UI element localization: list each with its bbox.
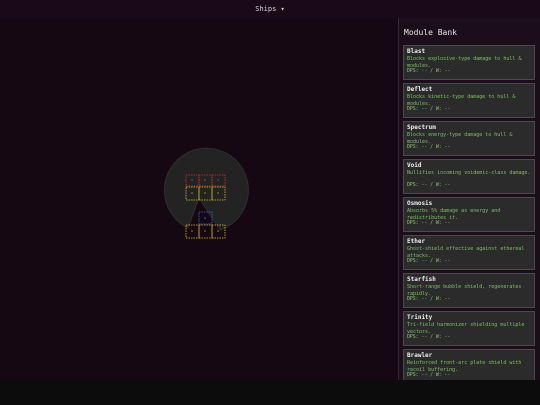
module-stats: DPS: -- / W: -- [407,69,451,74]
module-stats: DPS: -- / W: -- [407,335,451,340]
module-card-trinity[interactable]: Trinity Tri-field harmonizer shielding m… [403,311,535,346]
module-stats: DPS: -- / W: -- [407,107,451,112]
module-name: Void [407,162,422,169]
module-name: Brawler [407,352,433,359]
module-card-ether[interactable]: Ether Ghost-shield effective against eth… [403,235,535,270]
module-card-spectrum[interactable]: Spectrum Blocks energy-type damage to hu… [403,121,535,156]
top-menu-bar: Ships ▾ [0,0,540,18]
module-list: Blast Blocks explosive-type damage to hu… [403,45,535,380]
module-name: Ether [407,238,426,245]
ship-range-indicator [163,147,249,231]
module-description: Short-range bubble shield, regenerates r… [407,284,522,297]
module-card-starfish[interactable]: Starfish Short-range bubble shield, rege… [403,273,535,308]
module-description: Absorbs 5% damage as energy and redistri… [407,208,501,221]
module-bank-panel: Module Bank Blast Blocks explosive-type … [398,18,540,380]
module-name: Trinity [407,314,433,321]
module-description: Blocks explosive-type damage to hull & m… [407,56,522,69]
module-description: Reinforced front-arc plate shield with r… [407,360,522,373]
module-stats: DPS: -- / W: -- [407,145,451,150]
module-description: Ghost-shield effective against ethereal … [407,246,525,259]
bottom-status-bar [0,380,540,405]
module-stats: DPS: -- / W: -- [407,183,451,188]
module-card-blast[interactable]: Blast Blocks explosive-type damage to hu… [403,45,535,80]
module-name: Starfish [407,276,436,283]
module-name: Blast [407,48,426,55]
module-description: Blocks energy-type damage to hull & modu… [407,132,513,145]
module-stats: DPS: -- / W: -- [407,221,451,226]
module-name: Osmosis [407,200,433,207]
module-description: Nullifies incoming voidemic-class damage… [407,170,531,176]
module-stats: DPS: -- / W: -- [407,259,451,264]
module-card-brawler[interactable]: Brawler Reinforced front-arc plate shiel… [403,349,535,380]
module-card-deflect[interactable]: Deflect Blocks kinetic-type damage to hu… [403,83,535,118]
module-stats: DPS: -- / W: -- [407,373,451,378]
module-stats: DPS: -- / W: -- [407,297,451,302]
module-bank-title: Module Bank [404,28,457,37]
module-name: Deflect [407,86,433,93]
module-card-void[interactable]: Void Nullifies incoming voidemic-class d… [403,159,535,194]
ships-dropdown[interactable]: Ships ▾ [251,4,289,14]
module-description: Tri-field harmonizer shielding multiple … [407,322,525,335]
module-card-osmosis[interactable]: Osmosis Absorbs 5% damage as energy and … [403,197,535,232]
module-description: Blocks kinetic-type damage to hull & mod… [407,94,516,107]
module-name: Spectrum [407,124,436,131]
ship-editor-viewport[interactable] [0,18,398,380]
